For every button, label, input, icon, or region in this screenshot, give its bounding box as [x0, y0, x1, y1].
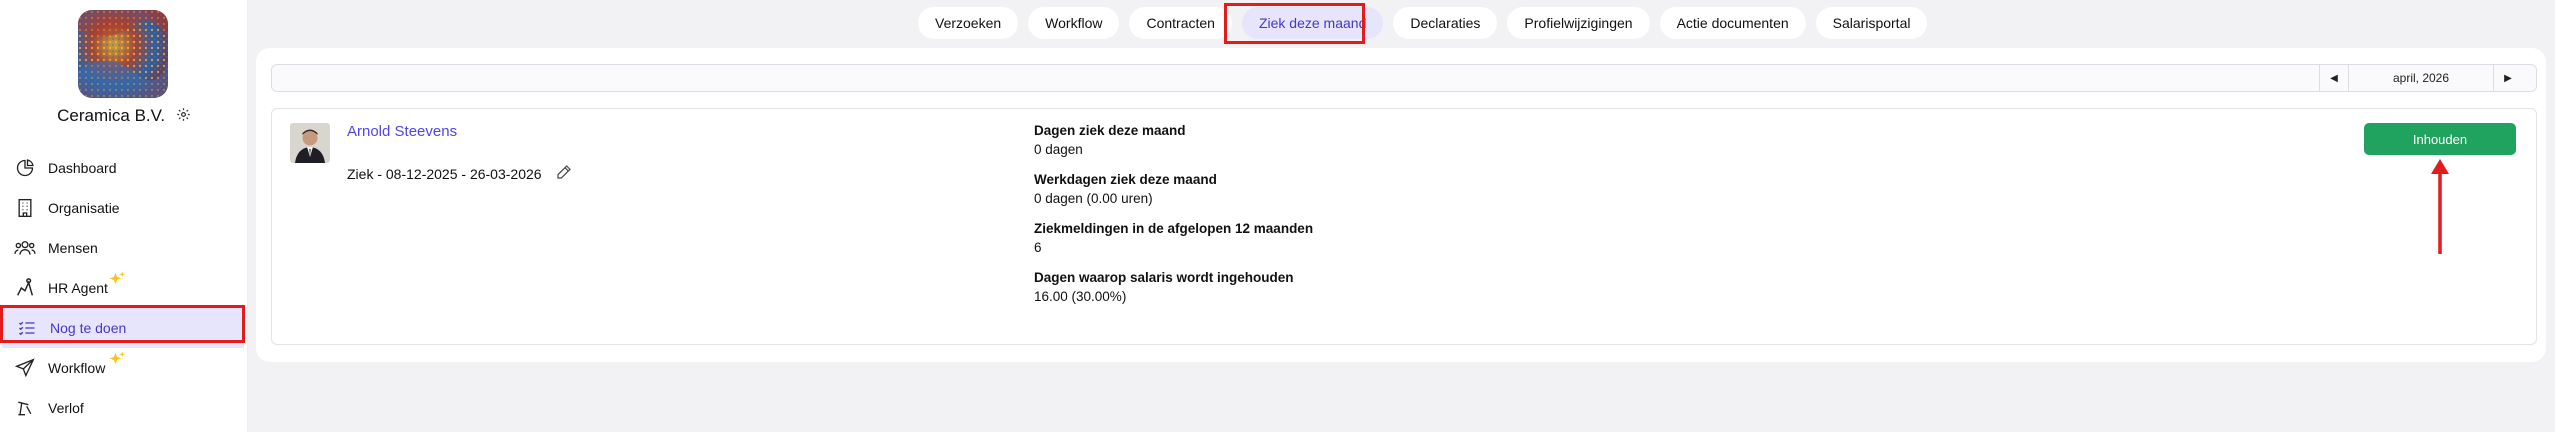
date-filter-bar: ◀ april, 2026 ▶: [271, 64, 2537, 92]
dashboard-icon: [14, 157, 36, 179]
gear-icon[interactable]: [176, 107, 191, 127]
tab-ziek-deze-maand[interactable]: Ziek deze maand: [1241, 7, 1384, 39]
stat-value: 16.00 (30.00%): [1034, 289, 1127, 304]
sidebar-item-nog-te-doen[interactable]: Nog te doen: [2, 308, 244, 348]
umbrella-icon: [14, 397, 36, 419]
stat-label: Dagen ziek deze maand: [1034, 123, 1186, 138]
sidebar-item-mensen[interactable]: Mensen: [0, 228, 248, 268]
sick-employee-card: Arnold Steevens Ziek - 08-12-2025 - 26-0…: [271, 108, 2537, 345]
sick-period-row: Ziek - 08-12-2025 - 26-03-2026: [347, 164, 572, 183]
company-name-row: Ceramica B.V.: [0, 106, 248, 127]
tab-verzoeken[interactable]: Verzoeken: [918, 7, 1019, 39]
sidebar-item-hr-agent[interactable]: HR Agent: [0, 268, 248, 308]
sidebar-item-verlof[interactable]: Verlof: [0, 388, 248, 428]
month-navigator: ◀ april, 2026 ▶: [2319, 65, 2522, 91]
employee-name-link[interactable]: Arnold Steevens: [347, 123, 457, 140]
inhouden-button[interactable]: Inhouden: [2364, 123, 2516, 155]
sick-period: Ziek - 08-12-2025 - 26-03-2026: [347, 165, 542, 182]
sidebar-item-label: Organisatie: [48, 200, 120, 216]
sidebar-item-label: Mensen: [48, 240, 98, 256]
stat-value: 0 dagen (0.00 uren): [1034, 191, 1153, 206]
pencil-icon[interactable]: [556, 164, 572, 183]
stat-label: Werkdagen ziek deze maand: [1034, 172, 1217, 187]
avatar: [290, 123, 330, 163]
tab-salarisportal[interactable]: Salarisportal: [1815, 7, 1928, 39]
company-logo[interactable]: [78, 10, 168, 98]
checklist-icon: [16, 317, 38, 339]
sidebar-item-label: Dashboard: [48, 160, 117, 176]
current-month[interactable]: april, 2026: [2348, 65, 2494, 91]
tab-workflow[interactable]: Workflow: [1028, 7, 1120, 39]
sidebar-item-label: Verlof: [48, 400, 84, 416]
sparkle-icon: [108, 351, 126, 372]
tab-declaraties[interactable]: Declaraties: [1393, 7, 1498, 39]
sidebar-item-dashboard[interactable]: Dashboard: [0, 148, 248, 188]
sidebar-item-organisatie[interactable]: Organisatie: [0, 188, 248, 228]
tab-contracten[interactable]: Contracten: [1129, 7, 1232, 39]
sidebar-item-label: HR Agent: [48, 280, 108, 296]
sidebar-item-workflow[interactable]: Workflow: [0, 348, 248, 388]
arrow-up-icon: [2430, 158, 2450, 260]
stat-value: 0 dagen: [1034, 142, 1083, 157]
building-icon: [14, 197, 36, 219]
tab-profielwijzigingen[interactable]: Profielwijzigingen: [1507, 7, 1650, 39]
sparkle-icon: [108, 271, 126, 292]
sidebar-item-label: Workflow: [48, 360, 106, 376]
agent-icon: [14, 277, 36, 299]
sidebar-item-label: Nog te doen: [50, 320, 127, 336]
stat-label: Dagen waarop salaris wordt ingehouden: [1034, 270, 1294, 285]
chevron-right-icon[interactable]: ▶: [2494, 65, 2522, 91]
stat-label: Ziekmeldingen in de afgelopen 12 maanden: [1034, 221, 1314, 236]
send-icon: [14, 357, 36, 379]
top-tabs: Verzoeken Workflow Contracten Ziek deze …: [918, 7, 1928, 39]
people-icon: [14, 237, 36, 259]
company-name: Ceramica B.V.: [57, 106, 166, 125]
sick-stats: Dagen ziek deze maand 0 dagen Werkdagen …: [1034, 123, 1313, 319]
chevron-left-icon[interactable]: ◀: [2320, 65, 2348, 91]
tab-actie-documenten[interactable]: Actie documenten: [1659, 7, 1806, 39]
stat-value: 6: [1034, 240, 1042, 255]
sidebar: Ceramica B.V. Dashboard Organisatie Mens…: [0, 0, 248, 432]
sidebar-nav: Dashboard Organisatie Mensen HR Agent No…: [0, 148, 248, 428]
